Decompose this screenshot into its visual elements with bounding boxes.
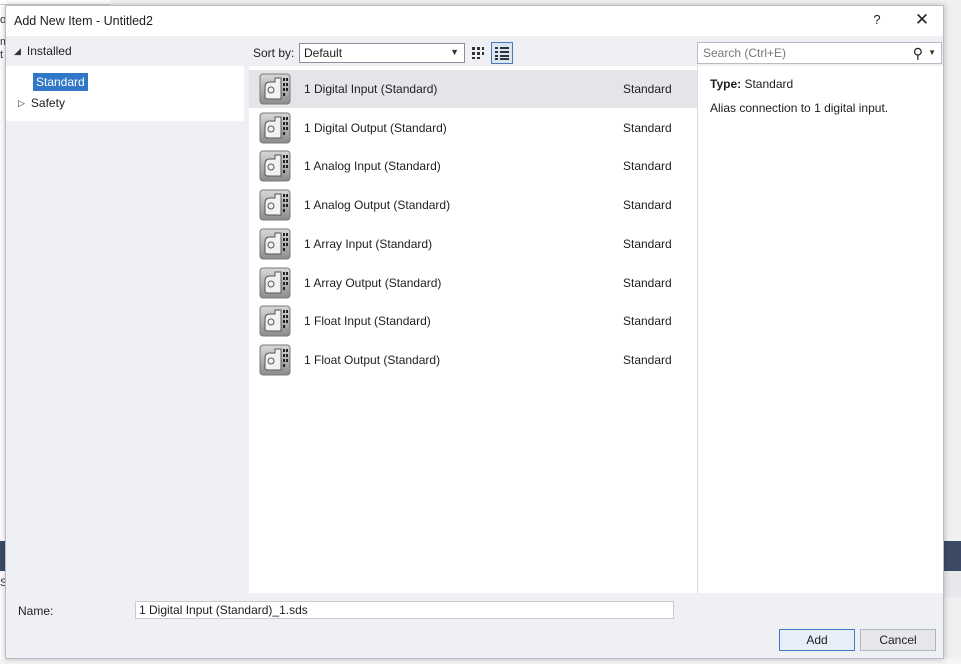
details-type: Type: Standard	[710, 77, 793, 91]
item-type: Standard	[623, 159, 672, 174]
item-name: 1 Analog Output (Standard)	[304, 198, 451, 213]
add-new-item-dialog: Add New Item - Untitled2 ? ✕ ◢ Installed…	[5, 5, 944, 659]
item-type: Standard	[623, 198, 672, 213]
sort-by-label: Sort by:	[253, 46, 295, 60]
alias-connection-icon	[259, 73, 291, 105]
background-toolbar-strip-right	[944, 541, 961, 571]
name-field[interactable]	[135, 601, 674, 619]
list-item[interactable]: 1 Analog Input (Standard) Standard	[249, 147, 697, 185]
list-item[interactable]: 1 Analog Output (Standard) Standard	[249, 186, 697, 224]
alias-connection-icon	[259, 267, 291, 299]
alias-connection-icon	[259, 305, 291, 337]
sort-by-value: Default	[304, 46, 343, 60]
installed-tree-header[interactable]: ◢ Installed	[6, 36, 250, 66]
small-icons-view-button[interactable]	[491, 42, 513, 64]
alias-connection-icon	[259, 112, 291, 144]
item-type: Standard	[623, 275, 672, 290]
list-item[interactable]: 1 Float Input (Standard) Standard	[249, 302, 697, 340]
expanded-caret-icon: ◢	[14, 45, 21, 56]
category-tree: Standard ▷ Safety	[6, 66, 244, 121]
search-icon[interactable]: ⚲	[913, 45, 923, 62]
item-name: 1 Digital Input (Standard)	[304, 82, 438, 96]
close-button[interactable]: ✕	[910, 10, 934, 32]
list-item[interactable]: 1 Array Output (Standard) Standard	[249, 264, 697, 302]
details-type-value: Standard	[744, 77, 794, 91]
cancel-button[interactable]: Cancel	[860, 629, 936, 651]
dialog-titlebar: Add New Item - Untitled2 ? ✕	[6, 6, 943, 36]
chevron-down-icon: ▼	[450, 47, 459, 57]
list-item[interactable]: 1 Digital Input (Standard) Standard	[249, 70, 697, 108]
dialog-title: Add New Item - Untitled2	[14, 14, 153, 28]
item-name: 1 Array Output (Standard)	[304, 275, 442, 290]
medium-icons-view-button[interactable]	[468, 43, 488, 63]
alias-connection-icon	[259, 150, 291, 182]
search-input[interactable]: Search (Ctrl+E) ⚲ ▼	[697, 42, 942, 64]
item-name: 1 Array Input (Standard)	[304, 236, 433, 251]
item-type: Standard	[623, 352, 672, 367]
details-type-label: Type:	[710, 77, 742, 91]
search-placeholder: Search (Ctrl+E)	[703, 46, 787, 60]
name-label: Name:	[18, 604, 54, 618]
details-pane: Type: Standard Alias connection to 1 dig…	[697, 66, 943, 593]
item-type: Standard	[623, 236, 672, 251]
item-type: Standard	[623, 82, 672, 96]
collapsed-caret-icon[interactable]: ▷	[18, 98, 25, 109]
alias-connection-icon	[259, 228, 291, 260]
list-item[interactable]: 1 Float Output (Standard) Standard	[249, 341, 697, 379]
help-button[interactable]: ?	[866, 12, 888, 30]
details-description: Alias connection to 1 digital input.	[710, 101, 889, 115]
installed-label: Installed	[26, 44, 72, 58]
item-name: 1 Analog Input (Standard)	[304, 159, 441, 174]
tree-item-standard[interactable]: Standard	[33, 73, 88, 91]
list-item[interactable]: 1 Digital Output (Standard) Standard	[249, 109, 697, 147]
sort-by-select[interactable]: Default ▼	[299, 43, 465, 63]
item-name: 1 Float Output (Standard)	[304, 352, 441, 367]
background-panel-right	[944, 571, 961, 597]
background-bottom-edge	[0, 659, 961, 664]
item-type: Standard	[623, 120, 672, 135]
add-button[interactable]: Add	[779, 629, 855, 651]
tree-item-safety[interactable]: ▷ Safety	[18, 96, 65, 110]
alias-connection-icon	[259, 189, 291, 221]
tree-item-safety-label: Safety	[30, 96, 65, 110]
alias-connection-icon	[259, 344, 291, 376]
template-list: 1 Digital Input (Standard) Standard 1 Digi…	[249, 66, 697, 593]
grid-view-icon	[472, 47, 484, 59]
list-item[interactable]: 1 Array Input (Standard) Standard	[249, 225, 697, 263]
list-view-icon	[495, 47, 509, 60]
item-name: 1 Digital Output (Standard)	[304, 120, 447, 135]
item-name: 1 Float Input (Standard)	[304, 314, 431, 329]
item-type: Standard	[623, 314, 672, 329]
chevron-down-icon[interactable]: ▼	[928, 48, 936, 57]
